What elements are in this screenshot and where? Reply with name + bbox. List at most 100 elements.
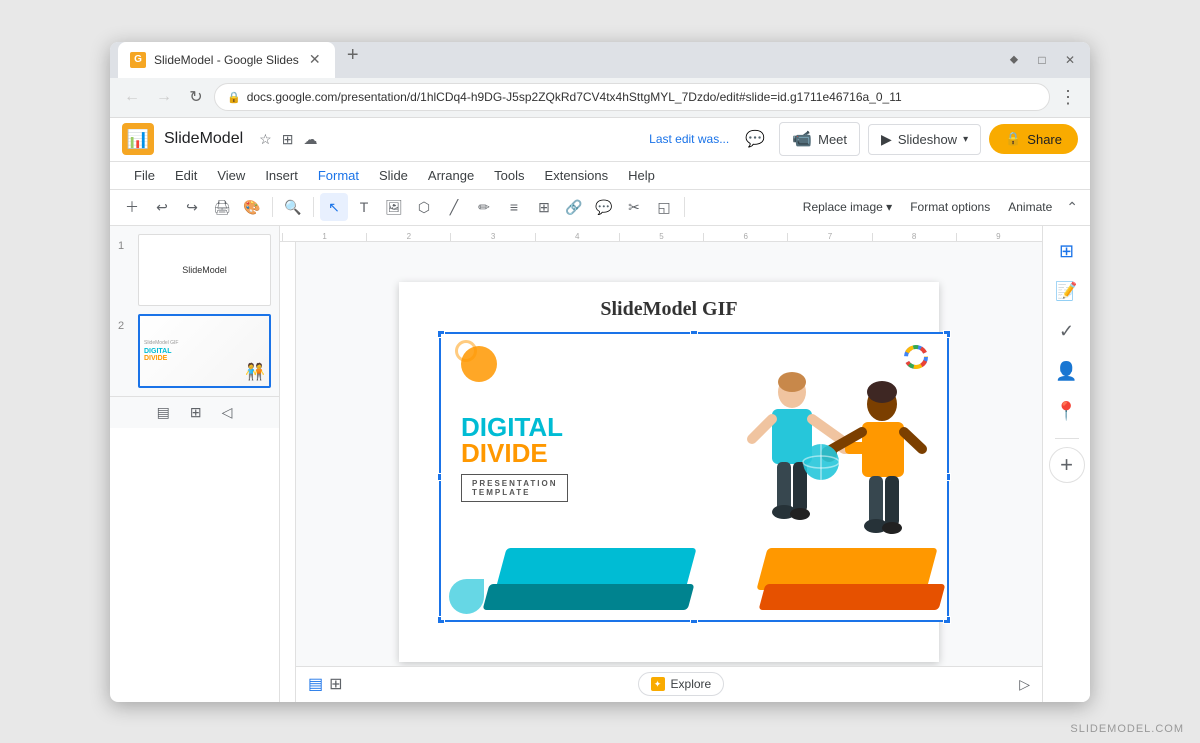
dd-text-area: DIGITAL DIVIDE PRESENTATION TEMPLATE xyxy=(461,414,568,502)
menu-edit[interactable]: Edit xyxy=(167,164,205,187)
tab-bar: G SlideModel - Google Slides ✕ + xyxy=(118,42,996,78)
app-icons-row: ☆ ⊞ ☁ xyxy=(257,129,319,150)
filmstrip-view-btn[interactable]: ▤ xyxy=(153,400,174,425)
expand-panel-btn[interactable]: ▷ xyxy=(1019,676,1030,693)
slide1-text: SlideModel xyxy=(182,265,227,275)
maps-right-icon[interactable]: 📍 xyxy=(1049,394,1085,430)
toolbar-divider-1 xyxy=(272,197,273,217)
menu-tools[interactable]: Tools xyxy=(486,164,532,187)
url-text: docs.google.com/presentation/d/1hlCDq4-h… xyxy=(247,90,1037,104)
toolbar-divider-2 xyxy=(313,197,314,217)
active-tab[interactable]: G SlideModel - Google Slides ✕ xyxy=(118,42,335,78)
menu-insert[interactable]: Insert xyxy=(257,164,306,187)
menu-slide[interactable]: Slide xyxy=(371,164,416,187)
add-addon-btn[interactable]: + xyxy=(1049,447,1085,483)
print-btn[interactable]: 🖨 xyxy=(208,193,236,221)
notes-right-icon[interactable]: 📝 xyxy=(1049,274,1085,310)
editor-bottom-bar: ▤ ⊞ ✦ Explore ▷ xyxy=(296,666,1042,702)
share-button[interactable]: 🔒 Share xyxy=(989,124,1078,154)
link-btn[interactable]: 🔗 xyxy=(560,193,588,221)
bottom-teal-decoration xyxy=(449,579,484,614)
browser-window: G SlideModel - Google Slides ✕ + ⬥ □ ✕ ←… xyxy=(110,42,1090,702)
url-bar[interactable]: 🔒 docs.google.com/presentation/d/1hlCDq4… xyxy=(214,83,1050,111)
redo-btn[interactable]: ↪ xyxy=(178,193,206,221)
tasks-right-icon[interactable]: ✓ xyxy=(1049,314,1085,350)
forward-btn[interactable]: → xyxy=(150,83,178,111)
last-edit-text[interactable]: Last edit was... xyxy=(649,132,729,146)
minimize-btn[interactable]: ⬥ xyxy=(1002,48,1026,72)
reload-btn[interactable]: ↻ xyxy=(182,83,210,111)
menu-file[interactable]: File xyxy=(126,164,163,187)
insert-btn[interactable]: ＋ xyxy=(118,193,146,221)
select-btn[interactable]: ↖ xyxy=(320,193,348,221)
lock-share-icon: 🔒 xyxy=(1005,131,1021,147)
back-btn[interactable]: ← xyxy=(118,83,146,111)
dd-digital-text: DIGITAL xyxy=(461,414,568,440)
ruler-mark: 7 xyxy=(787,233,871,241)
watermark: SLIDEMODEL.COM xyxy=(1070,723,1184,735)
shapes-btn[interactable]: ⬡ xyxy=(410,193,438,221)
canvas-scroll[interactable]: SlideModel GIF xyxy=(296,242,1042,702)
ruler-mark: 5 xyxy=(619,233,703,241)
filmstrip-view-toggle[interactable]: ▤ xyxy=(308,674,323,694)
collapse-toolbar-btn[interactable]: ⌃ xyxy=(1062,195,1082,220)
menu-bar: File Edit View Insert Format Slide Arran… xyxy=(110,162,1090,190)
replace-image-btn[interactable]: Replace image ▾ xyxy=(795,196,900,218)
format-options-btn[interactable]: Format options xyxy=(902,196,998,218)
grid-view-btn[interactable]: ⊞ xyxy=(186,400,206,425)
text-btn[interactable]: T xyxy=(350,193,378,221)
more-options-btn[interactable]: ⋮ xyxy=(1054,83,1082,111)
zoom-btn[interactable]: 🔍 xyxy=(279,193,307,221)
tab-favicon: G xyxy=(130,52,146,68)
ruler-vertical xyxy=(280,242,296,702)
menu-format[interactable]: Format xyxy=(310,164,367,187)
ruler-mark: 4 xyxy=(535,233,619,241)
crop-btn[interactable]: ✂ xyxy=(620,193,648,221)
contacts-right-icon[interactable]: 👤 xyxy=(1049,354,1085,390)
slide-preview-2[interactable]: SlideModel GIF DIGITAL DIVIDE 🧑‍🤝‍🧑 xyxy=(138,314,271,388)
grid-view-toggle[interactable]: ⊞ xyxy=(329,674,342,694)
menu-arrange[interactable]: Arrange xyxy=(420,164,482,187)
collapse-slides-btn[interactable]: ◁ xyxy=(218,400,237,425)
menu-view[interactable]: View xyxy=(209,164,253,187)
mask-btn[interactable]: ◱ xyxy=(650,193,678,221)
tab-close-btn[interactable]: ✕ xyxy=(307,52,323,68)
line-btn[interactable]: ╱ xyxy=(440,193,468,221)
tab-title: SlideModel - Google Slides xyxy=(154,53,299,67)
selected-image[interactable]: DIGITAL DIVIDE PRESENTATION TEMPLATE xyxy=(439,332,949,622)
restore-btn[interactable]: □ xyxy=(1030,48,1054,72)
slide-thumb-2[interactable]: 2 SlideModel GIF DIGITAL DIVIDE 🧑‍🤝‍🧑 xyxy=(118,314,271,388)
slide-canvas[interactable]: SlideModel GIF xyxy=(399,282,939,662)
slides-panel-bottom: ▤ ⊞ ◁ xyxy=(110,396,279,428)
explore-icon: ✦ xyxy=(651,677,665,691)
platform-teal-shadow xyxy=(483,584,695,610)
dd-divide-text: DIVIDE xyxy=(461,440,568,466)
align-btn[interactable]: ≡ xyxy=(500,193,528,221)
slides-right-icon[interactable]: ⊞ xyxy=(1049,234,1085,270)
slide-num-2: 2 xyxy=(118,320,132,332)
comment-btn[interactable]: 💬 xyxy=(590,193,618,221)
undo-btn[interactable]: ↩ xyxy=(148,193,176,221)
menu-help[interactable]: Help xyxy=(620,164,663,187)
animate-btn[interactable]: Animate xyxy=(1000,196,1060,218)
ruler-mark: 8 xyxy=(872,233,956,241)
add-to-drive-icon[interactable]: ⊞ xyxy=(280,129,296,150)
star-icon[interactable]: ☆ xyxy=(257,129,274,150)
slideshow-icon: ▶ xyxy=(881,131,892,148)
paint-format-btn[interactable]: 🎨 xyxy=(238,193,266,221)
cloud-sync-icon[interactable]: ☁ xyxy=(301,129,319,150)
close-btn[interactable]: ✕ xyxy=(1058,48,1082,72)
new-tab-button[interactable]: + xyxy=(339,42,367,70)
pen-btn[interactable]: ✏ xyxy=(470,193,498,221)
ruler-mark: 6 xyxy=(703,233,787,241)
slide2-content: SlideModel GIF DIGITAL DIVIDE 🧑‍🤝‍🧑 xyxy=(140,316,269,386)
comments-btn[interactable]: 💬 xyxy=(739,123,771,155)
menu-extensions[interactable]: Extensions xyxy=(537,164,617,187)
slide-preview-1[interactable]: SlideModel xyxy=(138,234,271,306)
explore-button[interactable]: ✦ Explore xyxy=(638,672,725,696)
slide-thumb-1[interactable]: 1 SlideModel xyxy=(118,234,271,306)
slideshow-button[interactable]: ▶ Slideshow ▾ xyxy=(868,124,981,155)
distribute-btn[interactable]: ⊞ xyxy=(530,193,558,221)
meet-button[interactable]: 📹 Meet xyxy=(779,122,860,156)
image-btn[interactable]: 🖼 xyxy=(380,193,408,221)
